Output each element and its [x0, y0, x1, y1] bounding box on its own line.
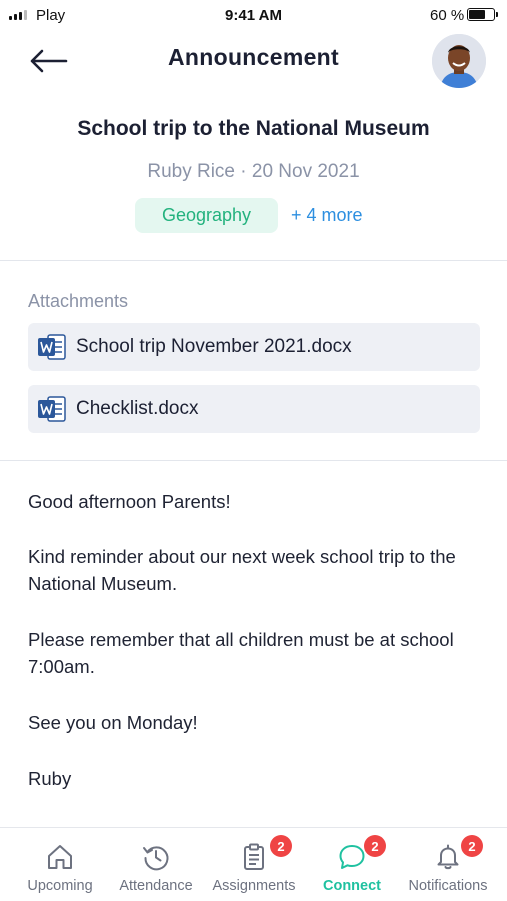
tab-attendance[interactable]: Attendance — [108, 828, 204, 901]
message-paragraph: Ruby — [28, 768, 72, 789]
history-icon — [143, 846, 169, 871]
message-paragraph: Kind reminder about our next week school… — [28, 546, 456, 594]
divider — [0, 460, 507, 461]
tab-assignments[interactable]: 2 Assignments — [204, 828, 304, 901]
clipboard-icon — [244, 843, 264, 870]
notification-badge: 2 — [461, 835, 483, 857]
bell-icon — [437, 844, 459, 870]
tab-label: Connect — [323, 878, 381, 894]
message-paragraph: See you on Monday! — [28, 712, 198, 733]
announcement-title: School trip to the National Museum — [77, 117, 430, 140]
bottom-tab-bar: Upcoming Attendance 2 Assignments 2 Conn… — [0, 827, 507, 901]
attachments-label: Attachments — [28, 291, 129, 311]
battery-percentage: 60 % — [430, 7, 465, 24]
user-avatar-image — [432, 34, 486, 88]
message-paragraph: Please remember that all children must b… — [28, 629, 454, 677]
tab-label: Upcoming — [27, 878, 93, 894]
word-doc-icon — [38, 334, 66, 360]
divider — [0, 260, 507, 261]
attachment-item[interactable]: School trip November 2021.docx — [28, 323, 480, 371]
more-tags-link[interactable]: + 4 more — [291, 205, 363, 226]
attachment-name: School trip November 2021.docx — [76, 336, 352, 357]
notification-badge: 2 — [364, 835, 386, 857]
tab-label: Notifications — [408, 878, 488, 894]
tab-connect[interactable]: 2 Connect — [304, 828, 400, 901]
tab-notifications[interactable]: 2 Notifications — [400, 828, 496, 901]
word-doc-icon — [38, 396, 66, 422]
tab-upcoming[interactable]: Upcoming — [12, 828, 108, 901]
tab-label: Attendance — [119, 878, 193, 894]
avatar[interactable] — [432, 34, 486, 88]
notification-badge: 2 — [270, 835, 292, 857]
attachment-item[interactable]: Checklist.docx — [28, 385, 480, 433]
chat-bubble-icon — [339, 845, 365, 869]
subject-tag[interactable]: Geography — [135, 198, 278, 233]
home-icon — [48, 845, 72, 869]
message-paragraph: Good afternoon Parents! — [28, 491, 231, 512]
announcement-meta: Ruby Rice · 20 Nov 2021 — [147, 161, 360, 182]
tab-label: Assignments — [212, 878, 296, 894]
page-title: Announcement — [168, 44, 339, 70]
battery-icon — [467, 8, 498, 21]
attachment-name: Checklist.docx — [76, 398, 199, 419]
status-bar: Play 9:41 AM 60 % — [0, 0, 507, 32]
